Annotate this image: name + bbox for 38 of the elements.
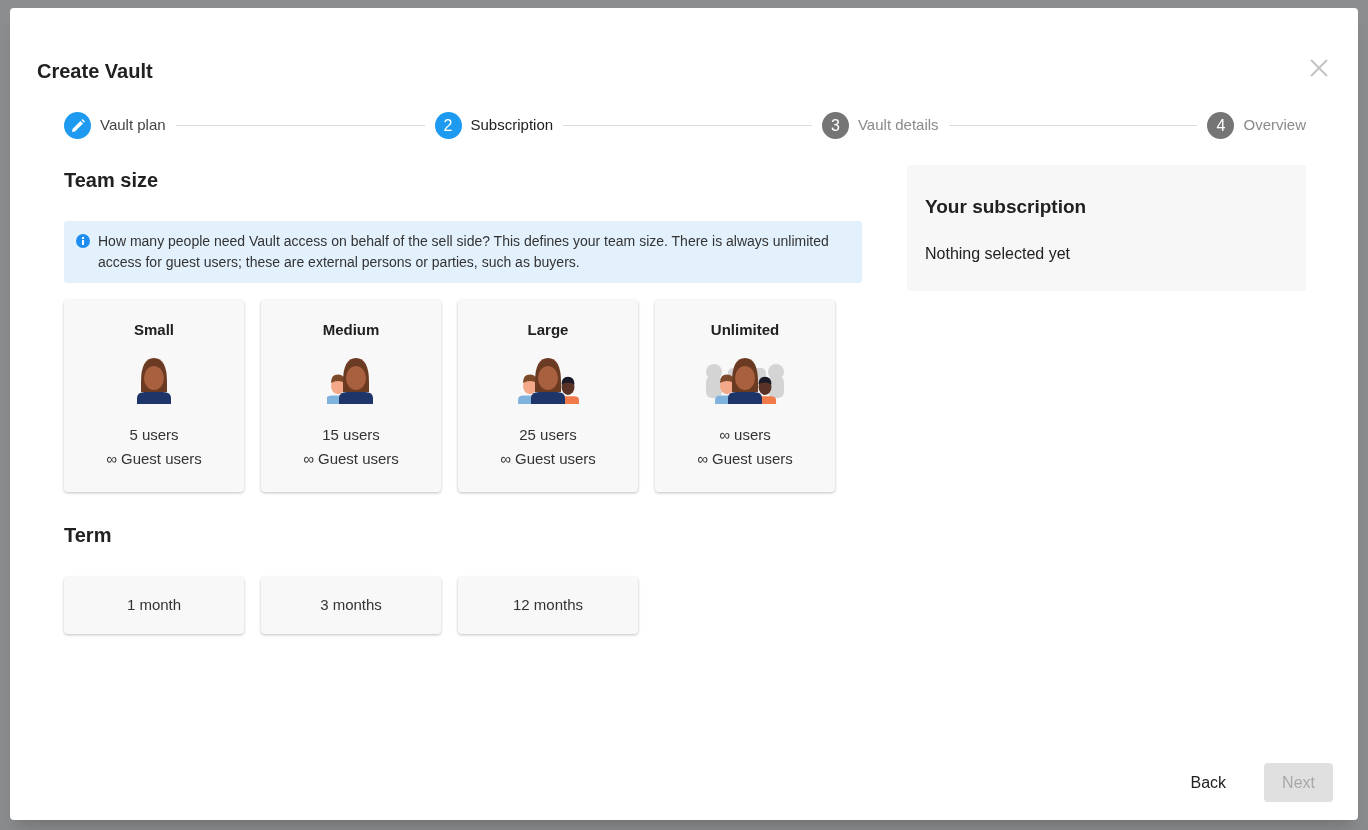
panel-text: Nothing selected yet <box>925 243 1071 264</box>
info-text: How many people need Vault access on behalf of the sell side? This defines your team size. There is always unlimited access for guest users; these are external persons or parties, such as buyers. <box>98 232 830 272</box>
back-button[interactable]: Back <box>1172 763 1245 802</box>
term-option[interactable]: 3 months <box>261 577 441 634</box>
dialog-title: Create Vault <box>37 59 153 84</box>
term-option[interactable]: 12 months <box>458 577 638 634</box>
guest-count: ∞ Guest users <box>697 449 793 469</box>
card-title: Unlimited <box>710 320 780 340</box>
team-size-card[interactable]: Large 25 users ∞ Guest users <box>458 300 638 492</box>
step-label: Vault plan <box>100 115 166 136</box>
close-icon[interactable] <box>1310 59 1328 77</box>
step-number: 4 <box>1207 112 1235 139</box>
panel-title: Your subscription <box>925 195 1088 219</box>
team-size-card[interactable]: Medium 15 users ∞ Guest users <box>261 300 441 492</box>
info-icon <box>76 234 90 248</box>
people-icon <box>134 357 174 404</box>
step-label: Vault details <box>857 115 939 136</box>
step-label: Overview <box>1243 115 1306 136</box>
user-count: ∞ users <box>719 424 771 445</box>
section-heading: Term <box>64 523 113 548</box>
step-label: Subscription <box>470 115 554 136</box>
section-heading: Team size <box>64 168 160 193</box>
people-icon <box>517 357 579 404</box>
step-number: 2 <box>434 112 462 139</box>
user-count: 25 users <box>519 424 577 445</box>
step-number: 3 <box>821 112 849 139</box>
guest-count: ∞ Guest users <box>303 449 399 469</box>
term-option[interactable]: 1 month <box>64 577 244 634</box>
user-count: 15 users <box>322 424 380 445</box>
card-title: Small <box>134 320 174 340</box>
team-size-card[interactable]: Unlimited ∞ users ∞ Guest users <box>655 300 835 492</box>
team-size-card[interactable]: Small 5 users ∞ Guest users <box>64 300 244 492</box>
card-title: Large <box>527 320 569 340</box>
user-count: 5 users <box>129 424 179 445</box>
guest-count: ∞ Guest users <box>106 449 202 469</box>
guest-count: ∞ Guest users <box>500 449 596 469</box>
card-title: Medium <box>322 320 380 340</box>
people-icon <box>327 357 375 404</box>
